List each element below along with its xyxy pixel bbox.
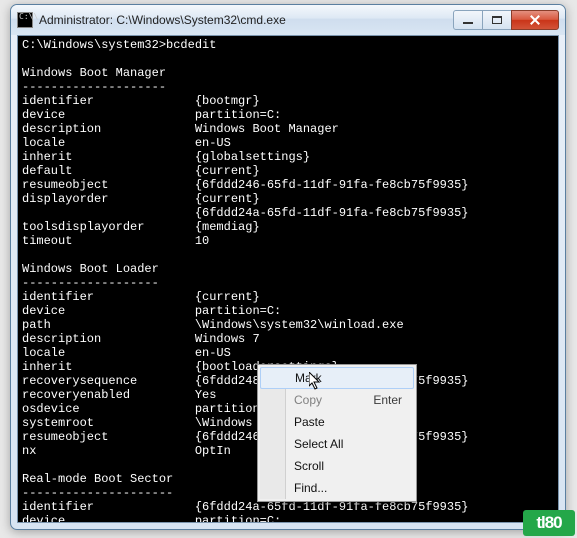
menu-item-mark[interactable]: Mark <box>260 367 414 389</box>
menu-item-scroll[interactable]: Scroll <box>260 455 414 477</box>
minimize-icon <box>463 22 473 24</box>
menu-item-label: Find... <box>294 481 327 495</box>
cmd-icon: C:\\ <box>17 12 33 28</box>
menu-item-label: Paste <box>294 415 325 429</box>
menu-item-shortcut: Enter <box>373 389 402 411</box>
maximize-button[interactable] <box>482 10 512 30</box>
window-controls <box>454 10 559 30</box>
menu-item-select-all[interactable]: Select All <box>260 433 414 455</box>
watermark-badge: tl80 <box>523 510 575 536</box>
minimize-button[interactable] <box>453 10 483 30</box>
menu-item-paste[interactable]: Paste <box>260 411 414 433</box>
context-menu: Mark Copy Enter Paste Select All Scroll Find..… <box>257 364 417 502</box>
cmd-window: C:\\ Administrator: C:\Windows\System32\… <box>10 4 566 530</box>
menu-item-copy: Copy Enter <box>260 389 414 411</box>
menu-item-label: Scroll <box>294 459 324 473</box>
menu-item-label: Copy <box>294 393 322 407</box>
menu-item-find[interactable]: Find... <box>260 477 414 499</box>
maximize-icon <box>492 16 502 24</box>
close-icon <box>529 14 541 26</box>
window-title: Administrator: C:\Windows\System32\cmd.e… <box>39 13 454 27</box>
menu-item-label: Mark <box>295 371 322 385</box>
close-button[interactable] <box>511 10 559 30</box>
menu-item-label: Select All <box>294 437 343 451</box>
titlebar[interactable]: C:\\ Administrator: C:\Windows\System32\… <box>11 5 565 35</box>
